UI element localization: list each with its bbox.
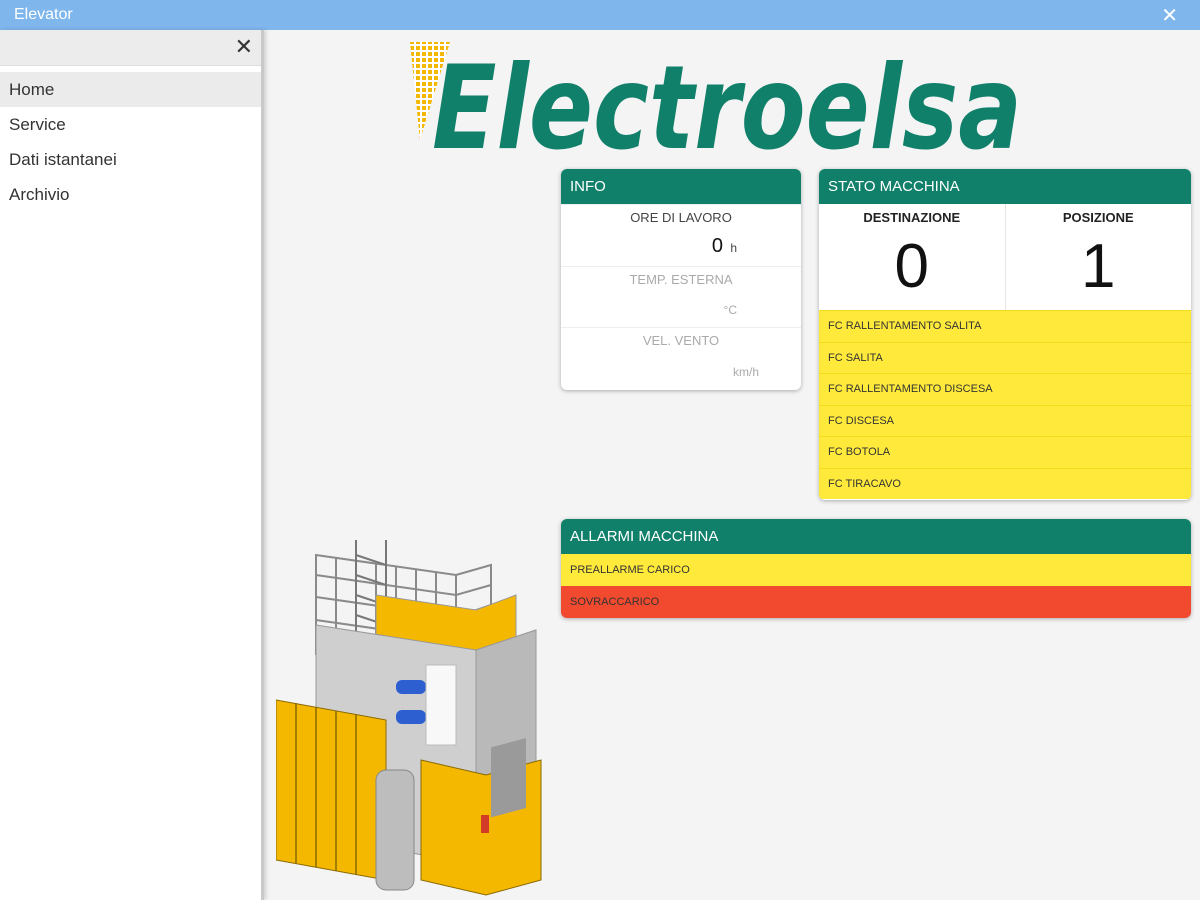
close-icon[interactable]: ✕	[1161, 3, 1178, 28]
vel-vento-unit: km/h	[732, 365, 759, 379]
posizione-panel: POSIZIONE 1	[1004, 204, 1192, 310]
sidebar: ✕ Home Service Dati istantanei Archivio	[0, 30, 264, 900]
sovraccarico-row: SOVRACCARICO	[561, 586, 1191, 618]
destinazione-panel: DESTINAZIONE 0	[819, 204, 1005, 310]
svg-text:Electroelsa: Electroelsa	[432, 41, 1022, 160]
preallarme-carico-row: PREALLARME CARICO	[561, 554, 1191, 586]
allarmi-macchina-title: ALLARMI MACCHINA	[561, 519, 1191, 554]
stato-columns: DESTINAZIONE 0 POSIZIONE 1	[819, 204, 1191, 310]
stato-macchina-title: STATO MACCHINA	[819, 169, 1191, 204]
destinazione-label: DESTINAZIONE	[863, 210, 961, 225]
sidebar-item-dati-istantanei[interactable]: Dati istantanei	[0, 142, 261, 177]
sidebar-item-archivio[interactable]: Archivio	[0, 177, 261, 212]
info-card-title: INFO	[561, 169, 801, 204]
fc-rallentamento-salita: FC RALLENTAMENTO SALITA	[819, 310, 1191, 342]
posizione-value: 1	[1081, 232, 1116, 301]
destinazione-value: 0	[894, 232, 929, 301]
vel-vento-label: VEL. VENTO	[642, 333, 720, 348]
temp-esterna-row: TEMP. ESTERNA °C	[561, 266, 801, 327]
sidebar-header: ✕	[0, 30, 261, 66]
sidebar-close-icon[interactable]: ✕	[235, 34, 253, 60]
fc-salita: FC SALITA	[819, 341, 1191, 373]
fc-discesa: FC DISCESA	[819, 404, 1191, 436]
allarmi-macchina-card: ALLARMI MACCHINA PREALLARME CARICO SOVRA…	[561, 519, 1191, 618]
ore-di-lavoro-value: 0	[711, 235, 723, 257]
elevator-machine-illustration	[276, 540, 542, 896]
vel-vento-row: VEL. VENTO km/h	[561, 327, 801, 390]
ore-di-lavoro-unit: h	[730, 241, 737, 255]
electroelsa-logo: Electroelsa	[410, 41, 1022, 160]
fc-botola: FC BOTOLA	[819, 436, 1191, 468]
window-titlebar: Elevator ✕	[0, 0, 1200, 30]
info-card: INFO ORE DI LAVORO 0 h TEMP. ESTERNA °C …	[561, 169, 801, 390]
sidebar-item-service[interactable]: Service	[0, 107, 261, 142]
ore-di-lavoro-row: ORE DI LAVORO 0 h	[561, 204, 801, 266]
stato-macchina-card: STATO MACCHINA DESTINAZIONE 0 POSIZIONE …	[819, 169, 1191, 500]
sidebar-item-home[interactable]: Home	[0, 72, 261, 107]
temp-esterna-label: TEMP. ESTERNA	[629, 272, 733, 287]
ore-di-lavoro-label: ORE DI LAVORO	[630, 210, 732, 225]
posizione-label: POSIZIONE	[1062, 210, 1134, 225]
temp-esterna-unit: °C	[723, 303, 737, 317]
fc-tiracavo: FC TIRACAVO	[819, 467, 1191, 499]
fc-rallentamento-discesa: FC RALLENTAMENTO DISCESA	[819, 373, 1191, 405]
sidebar-nav: Home Service Dati istantanei Archivio	[0, 72, 261, 212]
window-title: Elevator	[14, 6, 73, 23]
